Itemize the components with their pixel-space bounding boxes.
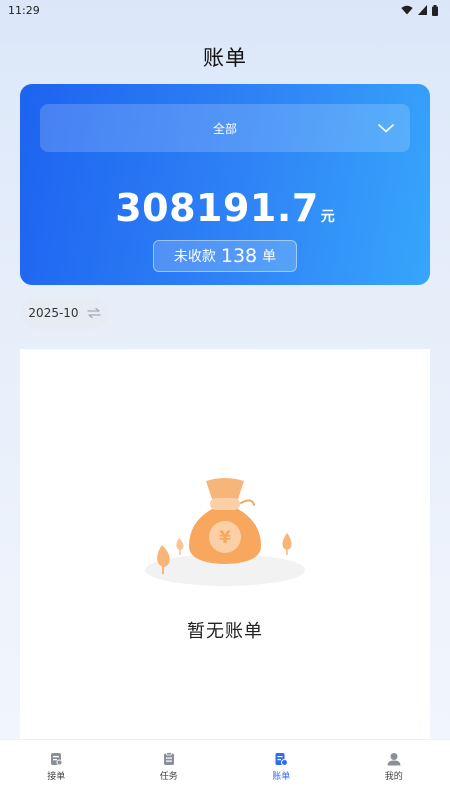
nav-label: 账单	[272, 772, 291, 782]
total-amount: 308191.7 元	[20, 186, 430, 230]
nav-label: 接单	[47, 772, 66, 782]
month-filter-chip[interactable]: 2025-10	[20, 297, 109, 329]
user-icon	[387, 753, 401, 766]
nav-item-bills[interactable]: 账单	[225, 740, 338, 800]
page-title: 账单	[203, 46, 247, 70]
unpaid-label: 未收款	[173, 249, 216, 265]
empty-state-text: 暂无账单	[187, 621, 263, 642]
nav-item-tasks[interactable]: 任务	[113, 740, 226, 800]
wifi-icon	[401, 5, 413, 15]
nav-item-orders[interactable]: 接单	[0, 740, 113, 800]
status-time: 11:29	[8, 3, 40, 17]
clipboard-icon	[51, 753, 63, 766]
bill-filter-select[interactable]: 全部	[40, 104, 410, 152]
bill-list-panel: ¥ 暂无账单	[20, 349, 430, 739]
bill-icon	[275, 753, 289, 766]
status-icons	[401, 4, 438, 16]
money-bag-illustration: ¥	[145, 478, 305, 586]
svg-text:¥: ¥	[219, 528, 231, 548]
nav-label: 任务	[159, 772, 178, 782]
bill-filter-value: 全部	[212, 121, 237, 136]
swap-icon	[86, 308, 101, 318]
currency-unit: 元	[320, 209, 335, 225]
status-bar: 11:29	[0, 0, 450, 20]
month-filter-value: 2025-10	[28, 306, 79, 320]
unpaid-count-badge[interactable]: 未收款 138 单	[153, 240, 297, 272]
bill-summary-card: 全部 308191.7 元 未收款 138 单	[20, 84, 430, 285]
nav-label: 我的	[384, 772, 403, 782]
unpaid-count: 138	[220, 245, 258, 267]
nav-item-profile[interactable]: 我的	[338, 740, 450, 800]
unpaid-unit: 单	[262, 249, 277, 265]
total-amount-value: 308191.7	[115, 186, 319, 230]
bottom-nav: 接单 任务 账单 我的	[0, 739, 450, 800]
battery-icon	[432, 4, 438, 16]
chevron-down-icon	[378, 124, 394, 133]
signal-icon	[418, 5, 427, 15]
task-icon	[163, 752, 174, 765]
